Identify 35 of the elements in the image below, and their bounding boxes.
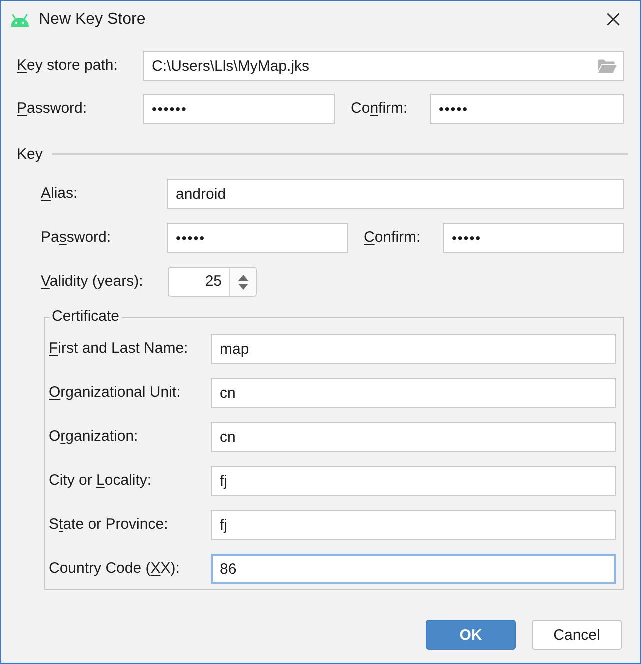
key-store-path-label: Key store path: [17,57,119,75]
confirm-password-field[interactable]: ••••• [443,223,624,253]
text-field[interactable]: cn [211,422,616,452]
section-title: Key [17,146,43,162]
text-field[interactable]: map [211,334,616,364]
password-label: Password: [17,100,88,118]
group-title: Certificate [51,307,121,327]
alias-field[interactable]: android [167,179,624,209]
window-title: New Key Store [39,10,146,28]
cancel-button[interactable]: Cancel [532,620,622,650]
field-label: State or Province: [49,516,170,534]
stepper-buttons[interactable] [229,268,256,296]
password-field[interactable]: •••••• [143,94,335,124]
field-label: City or Locality: [49,472,153,490]
password-field[interactable]: ••••• [167,223,348,253]
close-icon[interactable] [607,13,620,26]
confirm-password-field[interactable]: ••••• [430,94,624,124]
validity-spinner[interactable]: 25 [168,267,257,297]
field-label: First and Last Name: [49,340,190,358]
validity-label: Validity (years): [41,273,144,291]
text-field[interactable]: fj [211,466,616,496]
text-field[interactable]: 86 [211,554,616,584]
alias-label: Alias: [41,185,79,203]
confirm-label: Confirm: [364,229,422,247]
ok-button[interactable]: OK [426,620,516,650]
robot-head-icon [10,14,30,26]
field-label: Organizational Unit: [49,384,182,402]
field-label: Country Code (XX): [49,560,181,578]
confirm-label: Confirm: [351,100,409,118]
password-label: Password: [41,229,112,247]
text-field[interactable]: cn [211,378,616,408]
field-label: Organization: [49,428,140,446]
text-field[interactable]: fj [211,510,616,540]
path-field[interactable]: C:\Users\Lls\MyMap.jks [143,51,624,81]
up-down-arrows-icon[interactable] [238,274,248,290]
